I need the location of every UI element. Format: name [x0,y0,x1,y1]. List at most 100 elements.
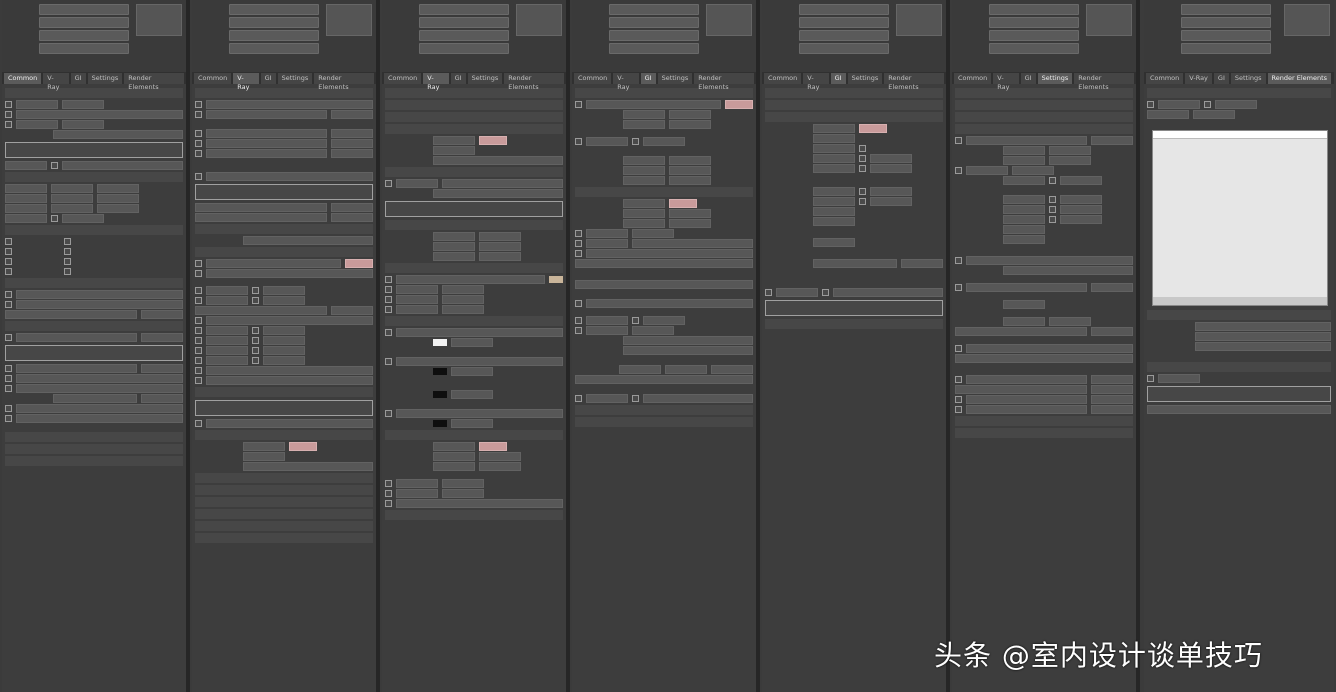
option-checkbox[interactable] [195,377,202,384]
option-field[interactable] [955,327,1087,336]
option-radio[interactable] [5,101,12,108]
option-field[interactable] [433,232,475,241]
option-field[interactable] [966,395,1087,404]
option-checkbox[interactable] [195,173,202,180]
preset-select[interactable] [39,17,129,28]
renderer-select[interactable] [989,30,1079,41]
renderer-select[interactable] [419,30,509,41]
option-select[interactable] [813,124,855,133]
option-field[interactable] [669,209,711,218]
option-field[interactable] [16,100,58,109]
option-button[interactable] [1091,327,1133,336]
option-field[interactable] [479,462,521,471]
option-field[interactable] [243,462,373,471]
option-field[interactable] [396,275,545,284]
option-field[interactable] [669,120,711,129]
aspect-field[interactable] [5,214,47,223]
color-swatch[interactable] [433,420,447,427]
option-field[interactable] [575,259,753,268]
tab-common[interactable]: Common [764,73,802,84]
option-field[interactable] [479,452,521,461]
option-field[interactable] [966,136,1087,145]
option-field[interactable] [813,207,855,216]
renderer-select[interactable] [1181,30,1271,41]
color-swatch[interactable] [345,259,373,268]
files-button[interactable] [141,310,183,319]
preset-select[interactable] [1181,17,1271,28]
option-select[interactable] [1003,300,1045,309]
option-select[interactable] [1003,317,1045,326]
option-field[interactable] [586,229,628,238]
option-field[interactable] [206,366,373,375]
option-field[interactable] [813,238,855,247]
option-checkbox[interactable] [575,327,582,334]
option-checkbox[interactable] [575,138,582,145]
option-checkbox[interactable] [1147,101,1154,108]
option-field[interactable] [433,252,475,261]
option-checkbox[interactable] [955,284,962,291]
option-checkbox[interactable] [51,162,58,169]
option-field[interactable] [813,144,855,153]
option-button[interactable] [901,259,943,268]
option-field[interactable] [62,161,183,170]
option-field[interactable] [396,357,563,366]
option-checkbox[interactable] [632,138,639,145]
option-radio[interactable] [1049,206,1056,213]
option-field[interactable] [206,269,373,278]
size-field[interactable] [5,204,47,213]
tab-render-elements[interactable]: Render Elements [314,73,374,91]
option-field[interactable] [1060,215,1102,224]
option-field[interactable] [632,229,674,238]
aspect-field[interactable] [62,214,104,223]
option-field[interactable] [396,409,563,418]
rollout-header[interactable] [385,100,563,110]
view-select[interactable] [39,43,129,54]
option-field[interactable] [263,326,305,335]
option-field[interactable] [62,100,104,109]
option-select[interactable] [623,120,665,129]
option-field[interactable] [479,242,521,251]
option-checkbox[interactable] [575,300,582,307]
rollout-header[interactable] [955,416,1133,426]
option-field[interactable] [433,462,475,471]
render-button[interactable] [1284,4,1330,36]
option-box[interactable] [195,184,373,200]
tab-settings[interactable]: Settings [847,73,883,84]
preset-select[interactable] [799,17,889,28]
option-select[interactable] [619,365,661,374]
rollout-header[interactable] [385,316,563,326]
option-field[interactable] [1003,215,1045,224]
rollout-header[interactable] [385,430,563,440]
option-field[interactable] [263,356,305,365]
option-select[interactable] [632,239,753,248]
option-field[interactable] [396,285,438,294]
device-field[interactable] [53,394,137,403]
width-field[interactable] [5,184,47,193]
files-button[interactable] [141,333,183,342]
option-field[interactable] [195,306,327,315]
option-field[interactable] [966,405,1087,414]
option-checkbox[interactable] [955,257,962,264]
option-field[interactable] [623,209,665,218]
option-field[interactable] [966,166,1008,175]
renderer-select[interactable] [39,30,129,41]
color-swatch[interactable] [479,136,507,145]
option-field[interactable] [669,110,711,119]
option-field[interactable] [195,213,327,222]
option-field[interactable] [1003,235,1045,244]
option-field[interactable] [433,242,475,251]
render-button[interactable] [516,4,562,36]
option-checkbox[interactable] [575,395,582,402]
size-field[interactable] [51,194,93,203]
color-swatch[interactable] [669,199,697,208]
option-checkbox[interactable] [385,410,392,417]
option-field[interactable] [206,100,373,109]
size-field[interactable] [97,204,139,213]
option-checkbox[interactable] [859,165,866,172]
option-checkbox[interactable] [5,268,12,275]
option-checkbox[interactable] [64,248,71,255]
rollout-header[interactable] [1147,88,1331,98]
option-field[interactable] [53,130,183,139]
option-field[interactable] [813,154,855,163]
option-field[interactable] [396,305,438,314]
